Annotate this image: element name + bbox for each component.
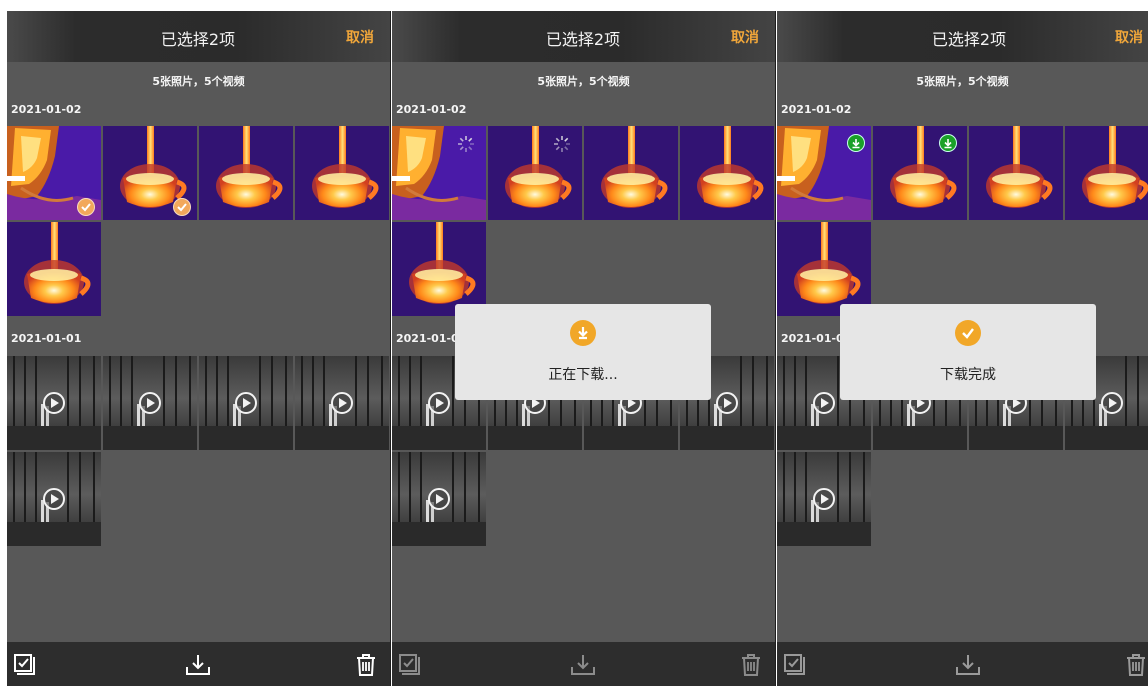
bottom-toolbar: [777, 642, 1148, 686]
download-icon[interactable]: [954, 653, 982, 681]
play-circle-icon[interactable]: [813, 392, 835, 414]
media-summary: 5张照片，5个视频: [916, 75, 1009, 88]
photo-thumbnail[interactable]: [103, 126, 197, 220]
check-circle-icon[interactable]: [173, 198, 191, 216]
spinner-icon: [552, 134, 572, 158]
date-group-label: 2021-01-02: [781, 103, 852, 116]
cancel-button[interactable]: 取消: [346, 27, 374, 47]
video-thumbnail[interactable]: [7, 452, 101, 546]
cancel-button[interactable]: 取消: [1115, 27, 1143, 47]
date-group-label: 2021-01-02: [11, 103, 82, 116]
play-circle-icon[interactable]: [235, 392, 257, 414]
download-icon: [570, 320, 596, 346]
photo-thumbnail[interactable]: [680, 126, 774, 220]
bottom-toolbar: [392, 642, 775, 686]
header-bar: 已选择2项 取消: [777, 11, 1148, 62]
photo-thumbnail[interactable]: [873, 126, 967, 220]
phone-screen-2: 已选择2项 取消 5张照片，5个视频 2021-01-02 2021-01-01 正在下载…: [392, 11, 775, 686]
selection-title: 已选择2项: [931, 30, 1007, 49]
trash-icon[interactable]: [355, 653, 377, 681]
select-all-icon[interactable]: [13, 653, 35, 679]
panel-divider: [390, 11, 391, 686]
media-summary: 5张照片，5个视频: [152, 75, 245, 88]
photo-thumbnail[interactable]: [199, 126, 293, 220]
header-bar: 已选择2项 取消: [7, 11, 390, 62]
photo-thumbnail[interactable]: [777, 126, 871, 220]
photo-thumbnail[interactable]: [777, 222, 871, 316]
video-thumbnail[interactable]: [103, 356, 197, 450]
select-all-icon[interactable]: [398, 653, 420, 679]
play-circle-icon[interactable]: [813, 488, 835, 510]
phone-screen-3: 已选择2项 取消 5张照片，5个视频 2021-01-02 2021-01-01 下载完成: [777, 11, 1148, 686]
photo-thumbnail[interactable]: [7, 222, 101, 316]
video-thumbnail[interactable]: [392, 452, 486, 546]
trash-icon[interactable]: [740, 653, 762, 681]
download-done-icon: [939, 134, 957, 152]
date-group-label: 2021-01-02: [396, 103, 467, 116]
play-circle-icon[interactable]: [43, 488, 65, 510]
check-circle-icon[interactable]: [77, 198, 95, 216]
spinner-icon: [456, 134, 476, 158]
play-circle-icon[interactable]: [331, 392, 353, 414]
photo-thumbnail[interactable]: [7, 126, 101, 220]
play-circle-icon[interactable]: [428, 488, 450, 510]
downloading-toast: 正在下载...: [455, 304, 711, 400]
date-group-label: 2021-01-01: [11, 332, 82, 345]
play-circle-icon[interactable]: [1101, 392, 1123, 414]
photo-thumbnail[interactable]: [392, 126, 486, 220]
toast-message: 下载完成: [940, 367, 996, 383]
check-circle-icon: [955, 320, 981, 346]
header-bar: 已选择2项 取消: [392, 11, 775, 62]
video-thumbnail[interactable]: [777, 452, 871, 546]
trash-icon[interactable]: [1125, 653, 1147, 681]
select-all-icon[interactable]: [783, 653, 805, 679]
media-summary: 5张照片，5个视频: [537, 75, 630, 88]
photo-thumbnail[interactable]: [1065, 126, 1148, 220]
toast-message: 正在下载...: [548, 367, 618, 383]
play-circle-icon[interactable]: [139, 392, 161, 414]
phone-screen-1: 已选择2项 取消 5张照片，5个视频 2021-01-02 2021-01-01: [7, 11, 390, 686]
photo-thumbnail[interactable]: [488, 126, 582, 220]
play-circle-icon[interactable]: [43, 392, 65, 414]
panel-divider: [775, 11, 776, 686]
play-circle-icon[interactable]: [716, 392, 738, 414]
bottom-toolbar: [7, 642, 390, 686]
download-icon[interactable]: [569, 653, 597, 681]
download-done-icon: [847, 134, 865, 152]
selection-title: 已选择2项: [160, 30, 236, 49]
video-thumbnail[interactable]: [7, 356, 101, 450]
photo-thumbnail[interactable]: [969, 126, 1063, 220]
download-complete-toast: 下载完成: [840, 304, 1096, 400]
play-circle-icon[interactable]: [428, 392, 450, 414]
photo-thumbnail[interactable]: [392, 222, 486, 316]
video-thumbnail[interactable]: [199, 356, 293, 450]
photo-thumbnail[interactable]: [295, 126, 389, 220]
cancel-button[interactable]: 取消: [731, 27, 759, 47]
photo-thumbnail[interactable]: [584, 126, 678, 220]
download-icon[interactable]: [184, 653, 212, 681]
video-thumbnail[interactable]: [295, 356, 389, 450]
selection-title: 已选择2项: [545, 30, 621, 49]
